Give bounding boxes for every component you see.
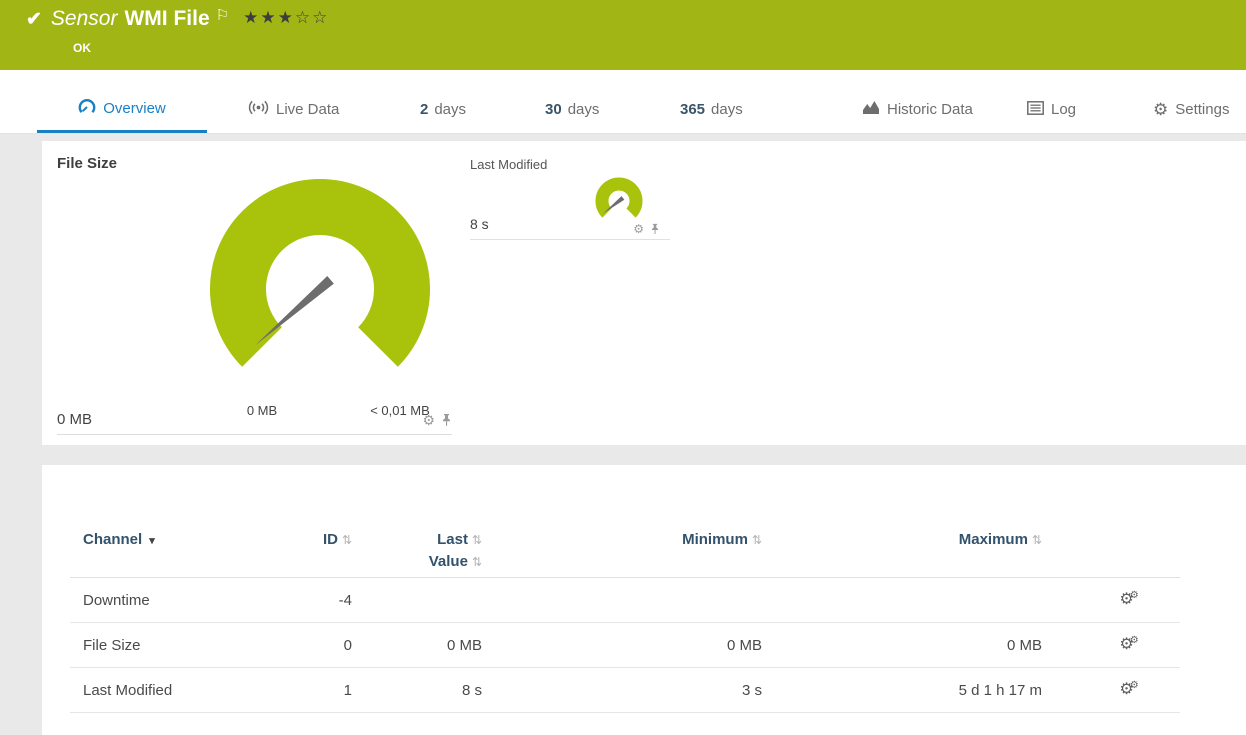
column-header-id[interactable]: ID ⇅ [292, 529, 362, 551]
file-size-gauge [210, 179, 430, 367]
pin-icon[interactable] [650, 223, 660, 235]
sort-icon[interactable]: ⇅ [472, 555, 482, 569]
broadcast-icon [248, 100, 269, 119]
tab-label: Settings [1175, 101, 1230, 118]
sort-icon[interactable]: ⇅ [752, 533, 762, 547]
tab-label: Historic Data [887, 101, 973, 118]
cell-channel: Downtime [83, 591, 150, 609]
table-row[interactable]: Downtime -4 ⚙⚙ [70, 578, 1180, 623]
column-header-last-value[interactable]: Last ⇅ Value ⇅ [362, 529, 492, 573]
tab-2-days[interactable]: 2 days [420, 86, 466, 133]
cell-last-value: 0 MB [446, 636, 482, 654]
overview-gauge-icon [78, 98, 96, 119]
channel-settings-gear-icon[interactable]: ⚙⚙ [1119, 591, 1142, 608]
column-header-maximum[interactable]: Maximum ⇅ [772, 529, 1052, 551]
last-modified-widget: Last Modified 8 s ⚙ [470, 157, 670, 240]
column-header-minimum[interactable]: Minimum ⇅ [492, 529, 772, 551]
sensor-header: ✔ Sensor WMI File ⚐ ★★★☆☆ OK [0, 0, 1246, 70]
cell-id: 1 [343, 681, 352, 699]
sort-icon[interactable]: ⇅ [472, 533, 482, 547]
widget-title: Last Modified [470, 157, 548, 172]
tab-30-days[interactable]: 30 days [545, 86, 599, 133]
gear-icon[interactable]: ⚙ [422, 413, 435, 427]
cell-maximum: 5 d 1 h 17 m [958, 681, 1042, 699]
table-row[interactable]: File Size 0 0 MB 0 MB 0 MB ⚙⚙ [70, 623, 1180, 668]
widget-value: 8 s [470, 216, 489, 232]
gear-icon[interactable]: ⚙ [633, 223, 644, 235]
sort-desc-icon[interactable]: ▾ [149, 535, 155, 547]
channel-settings-gear-icon[interactable]: ⚙⚙ [1119, 636, 1142, 653]
tab-label: Overview [103, 99, 166, 117]
tab-number: 365 [680, 101, 706, 118]
sensor-header-row: ✔ Sensor WMI File ⚐ ★★★☆☆ [26, 7, 329, 31]
file-size-gauge-footer: 0 MB ⚙ [57, 405, 452, 435]
stars-empty[interactable]: ☆☆ [295, 8, 329, 27]
flag-icon[interactable]: ⚐ [216, 6, 229, 24]
cell-id: -4 [338, 591, 352, 609]
channel-settings-gear-icon[interactable]: ⚙⚙ [1119, 681, 1142, 698]
cell-channel: File Size [83, 636, 141, 654]
sensor-title: Sensor WMI File [51, 7, 210, 31]
tab-365-days[interactable]: 365 days [680, 86, 743, 133]
tab-label: Live Data [276, 101, 340, 118]
status-badge: OK [73, 41, 91, 55]
pin-icon[interactable] [441, 413, 452, 427]
sensor-type-label: Sensor [50, 7, 118, 30]
tab-number: 30 [545, 101, 562, 118]
cell-minimum: 0 MB [726, 636, 762, 654]
tab-log[interactable]: Log [1027, 86, 1076, 133]
gauge-title: File Size [57, 155, 118, 172]
last-modified-body: 8 s ⚙ [470, 174, 670, 240]
column-header-channel[interactable]: Channel ▾ [70, 529, 292, 552]
gauges-card: File Size 0 MB < 0,01 MB 0 MB ⚙ Last Mod… [42, 141, 1246, 445]
cell-last-value: 8 s [461, 681, 482, 699]
tab-unit: days [711, 101, 743, 118]
tab-unit: days [567, 101, 600, 118]
gear-icon: ⚙ [1153, 100, 1169, 119]
sort-icon[interactable]: ⇅ [342, 533, 352, 547]
tab-settings[interactable]: ⚙ Settings [1153, 86, 1229, 133]
tab-unit: days [434, 101, 467, 118]
area-chart-icon [862, 100, 880, 119]
cell-minimum: 3 s [741, 681, 762, 699]
cell-channel: Last Modified [83, 681, 173, 699]
star-rating[interactable]: ★★★☆☆ [243, 8, 329, 28]
status-check-icon: ✔ [26, 8, 42, 30]
cell-id: 0 [343, 636, 352, 654]
sort-icon[interactable]: ⇅ [1032, 533, 1042, 547]
tab-live-data[interactable]: Live Data [248, 86, 339, 133]
stars-filled[interactable]: ★★★ [243, 8, 295, 27]
tab-number: 2 [420, 101, 429, 118]
tab-bar: Overview Live Data 2 days 30 days 365 da… [0, 70, 1246, 134]
sensor-name: WMI File [124, 7, 210, 30]
tab-overview[interactable]: Overview [37, 86, 207, 133]
cell-maximum: 0 MB [1006, 636, 1042, 654]
table-row[interactable]: Last Modified 1 8 s 3 s 5 d 1 h 17 m ⚙⚙ [70, 668, 1180, 713]
tab-historic-data[interactable]: Historic Data [862, 86, 973, 133]
gauge-value: 0 MB [57, 411, 93, 428]
tab-label: Log [1051, 101, 1077, 118]
table-header-row: Channel ▾ ID ⇅ Last ⇅ Value ⇅ Minimum ⇅ Maxim… [70, 511, 1180, 578]
log-icon [1027, 100, 1044, 119]
channels-table-card: Channel ▾ ID ⇅ Last ⇅ Value ⇅ Minimum ⇅ Maxim… [42, 465, 1246, 735]
sensor-page: ✔ Sensor WMI File ⚐ ★★★☆☆ OK Overview Li… [0, 0, 1246, 735]
channels-table: Channel ▾ ID ⇅ Last ⇅ Value ⇅ Minimum ⇅ Maxim… [70, 465, 1180, 713]
